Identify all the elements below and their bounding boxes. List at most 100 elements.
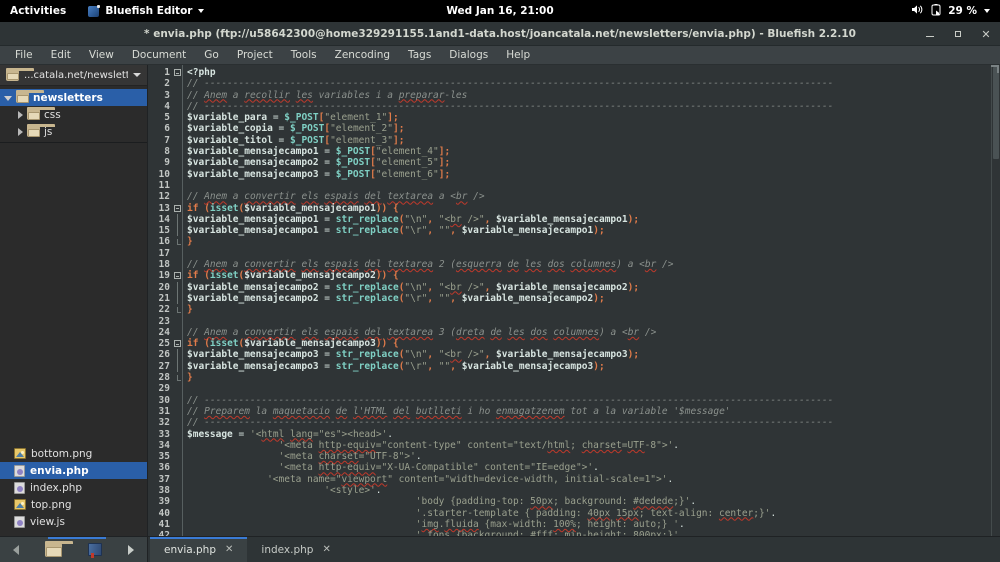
line-number: 38: [158, 484, 170, 496]
fold-marker[interactable]: [172, 338, 182, 349]
tree-item-label: css: [44, 108, 61, 121]
menu-project[interactable]: Project: [228, 47, 282, 63]
line-number: 17: [158, 247, 170, 259]
code-line: // -------------------------------------…: [187, 100, 834, 112]
code-line: $message = '<html lang="es"><head>'.: [187, 428, 394, 440]
expander-right-icon[interactable]: [18, 127, 23, 136]
code-line: $variable_mensajecampo1 = str_replace("\…: [187, 225, 605, 237]
clock[interactable]: Wed Jan 16, 21:00: [446, 5, 553, 17]
fold-marker: [172, 327, 182, 338]
code-line: '.starter-template { padding: 40px 15px;…: [415, 507, 777, 519]
fold-marker: [172, 191, 182, 202]
fold-marker: [172, 169, 182, 180]
php-file-icon: [14, 464, 25, 477]
fold-marker: [172, 157, 182, 168]
fold-marker[interactable]: [172, 67, 182, 78]
code-line: // Preparem la maquetacio de l'HTML del …: [187, 405, 731, 417]
code-line: // Anem a recollir les variables i a pre…: [187, 89, 468, 101]
menu-tags[interactable]: Tags: [399, 47, 440, 63]
code-line: // Anem a convertir els espais del texta…: [187, 259, 674, 271]
code-editor[interactable]: 1 2 3 4 5 6 7 8 9 10 11 12 13 14 15 16 17 18 19 20 21 22 23 24 2…: [148, 65, 1000, 536]
tab-close-icon[interactable]: ✕: [322, 544, 330, 555]
tree-item-js[interactable]: js: [0, 123, 147, 140]
fold-marker: [172, 485, 182, 496]
bookmarks-icon[interactable]: [88, 543, 102, 558]
tree-item-newsletters[interactable]: newsletters: [0, 89, 147, 106]
expander-down-icon[interactable]: [4, 96, 12, 101]
chevron-down-icon: [198, 9, 205, 13]
code-line: '<meta name="viewport" content="width=de…: [267, 473, 674, 485]
close-button[interactable]: ✕: [980, 28, 992, 40]
tab-label: index.php: [261, 543, 314, 556]
file-item-top-png[interactable]: top.png: [0, 496, 147, 513]
line-number: 32: [158, 417, 170, 429]
menu-view[interactable]: View: [80, 47, 123, 63]
panel-next-arrow-icon[interactable]: [128, 544, 134, 555]
file-browser-icon[interactable]: [45, 540, 73, 557]
editor-vertical-scrollbar[interactable]: [991, 65, 1000, 536]
tree-item-label: js: [44, 125, 53, 138]
minimize-button[interactable]: [924, 28, 936, 40]
tab-close-icon[interactable]: ✕: [225, 544, 233, 555]
code-line: $variable_mensajecampo3 = $_POST["elemen…: [187, 168, 451, 180]
system-status-area[interactable]: 29 %: [911, 3, 990, 19]
tab-envia-php[interactable]: envia.php ✕: [150, 537, 248, 562]
menu-zencoding[interactable]: Zencoding: [326, 47, 399, 63]
code-line: $variable_para = $_POST["element_1"];: [187, 112, 399, 124]
code-line: // -------------------------------------…: [187, 394, 834, 406]
panel-prev-arrow-icon[interactable]: [13, 544, 19, 555]
fold-marker[interactable]: [172, 203, 182, 214]
file-list-pane: bottom.png envia.php index.php top.png v…: [0, 142, 147, 536]
fold-marker: [172, 236, 182, 247]
line-number: 19: [158, 270, 170, 282]
menu-go[interactable]: Go: [195, 47, 228, 63]
fold-marker: [172, 213, 182, 226]
fold-marker: [172, 451, 182, 462]
menu-file[interactable]: File: [6, 47, 42, 63]
maximize-button[interactable]: [952, 28, 964, 40]
volume-icon: [911, 4, 924, 18]
line-number: 6: [164, 123, 170, 135]
expander-right-icon[interactable]: [18, 110, 23, 119]
fold-marker: [172, 180, 182, 191]
active-panel-indicator: [48, 537, 106, 539]
file-item-bottom-png[interactable]: bottom.png: [0, 445, 147, 462]
fold-marker[interactable]: [172, 270, 182, 281]
code-text-area[interactable]: <?php// --------------------------------…: [183, 65, 1000, 536]
code-line: // -------------------------------------…: [187, 78, 834, 90]
fold-marker: [172, 146, 182, 157]
scrollbar-thumb[interactable]: [993, 67, 999, 159]
menu-document[interactable]: Document: [123, 47, 195, 63]
code-line: '<style>'.: [324, 484, 382, 496]
file-item-index-php[interactable]: index.php: [0, 479, 147, 496]
fold-marker: [172, 395, 182, 406]
code-line: }: [187, 372, 193, 384]
fold-marker: [172, 248, 182, 259]
file-item-view-js[interactable]: view.js: [0, 513, 147, 530]
code-line: '<meta http-equiv="X-UA-Compatible" cont…: [278, 462, 599, 474]
activities-button[interactable]: Activities: [10, 5, 66, 17]
file-item-envia-php[interactable]: envia.php: [0, 462, 147, 479]
directory-tree: newsletters css js: [0, 86, 147, 140]
code-folding-gutter[interactable]: [172, 65, 183, 536]
folder-icon: [27, 107, 55, 120]
scroll-up-arrow-icon[interactable]: [991, 65, 999, 73]
tree-item-label: newsletters: [33, 91, 103, 104]
tree-item-css[interactable]: css: [0, 106, 147, 123]
menu-dialogs[interactable]: Dialogs: [440, 47, 497, 63]
code-line: // Anem a convertir els espais del texta…: [187, 191, 485, 203]
menu-edit[interactable]: Edit: [42, 47, 80, 63]
menu-tools[interactable]: Tools: [282, 47, 326, 63]
line-number: 8: [164, 146, 170, 158]
line-number: 2: [164, 78, 170, 90]
main-area: ...catala.net/newsletters newsletters cs…: [0, 65, 1000, 536]
tab-index-php[interactable]: index.php ✕: [247, 537, 344, 562]
code-line: $variable_mensajecampo2 = str_replace("\…: [187, 281, 640, 293]
bluefish-window: * envia.php (ftp://u58642300@home3292911…: [0, 22, 1000, 562]
line-number: 1: [164, 67, 170, 78]
menu-help[interactable]: Help: [497, 47, 539, 63]
directory-selector[interactable]: ...catala.net/newsletters: [0, 65, 147, 86]
app-menu-button[interactable]: Bluefish Editor: [88, 4, 205, 17]
